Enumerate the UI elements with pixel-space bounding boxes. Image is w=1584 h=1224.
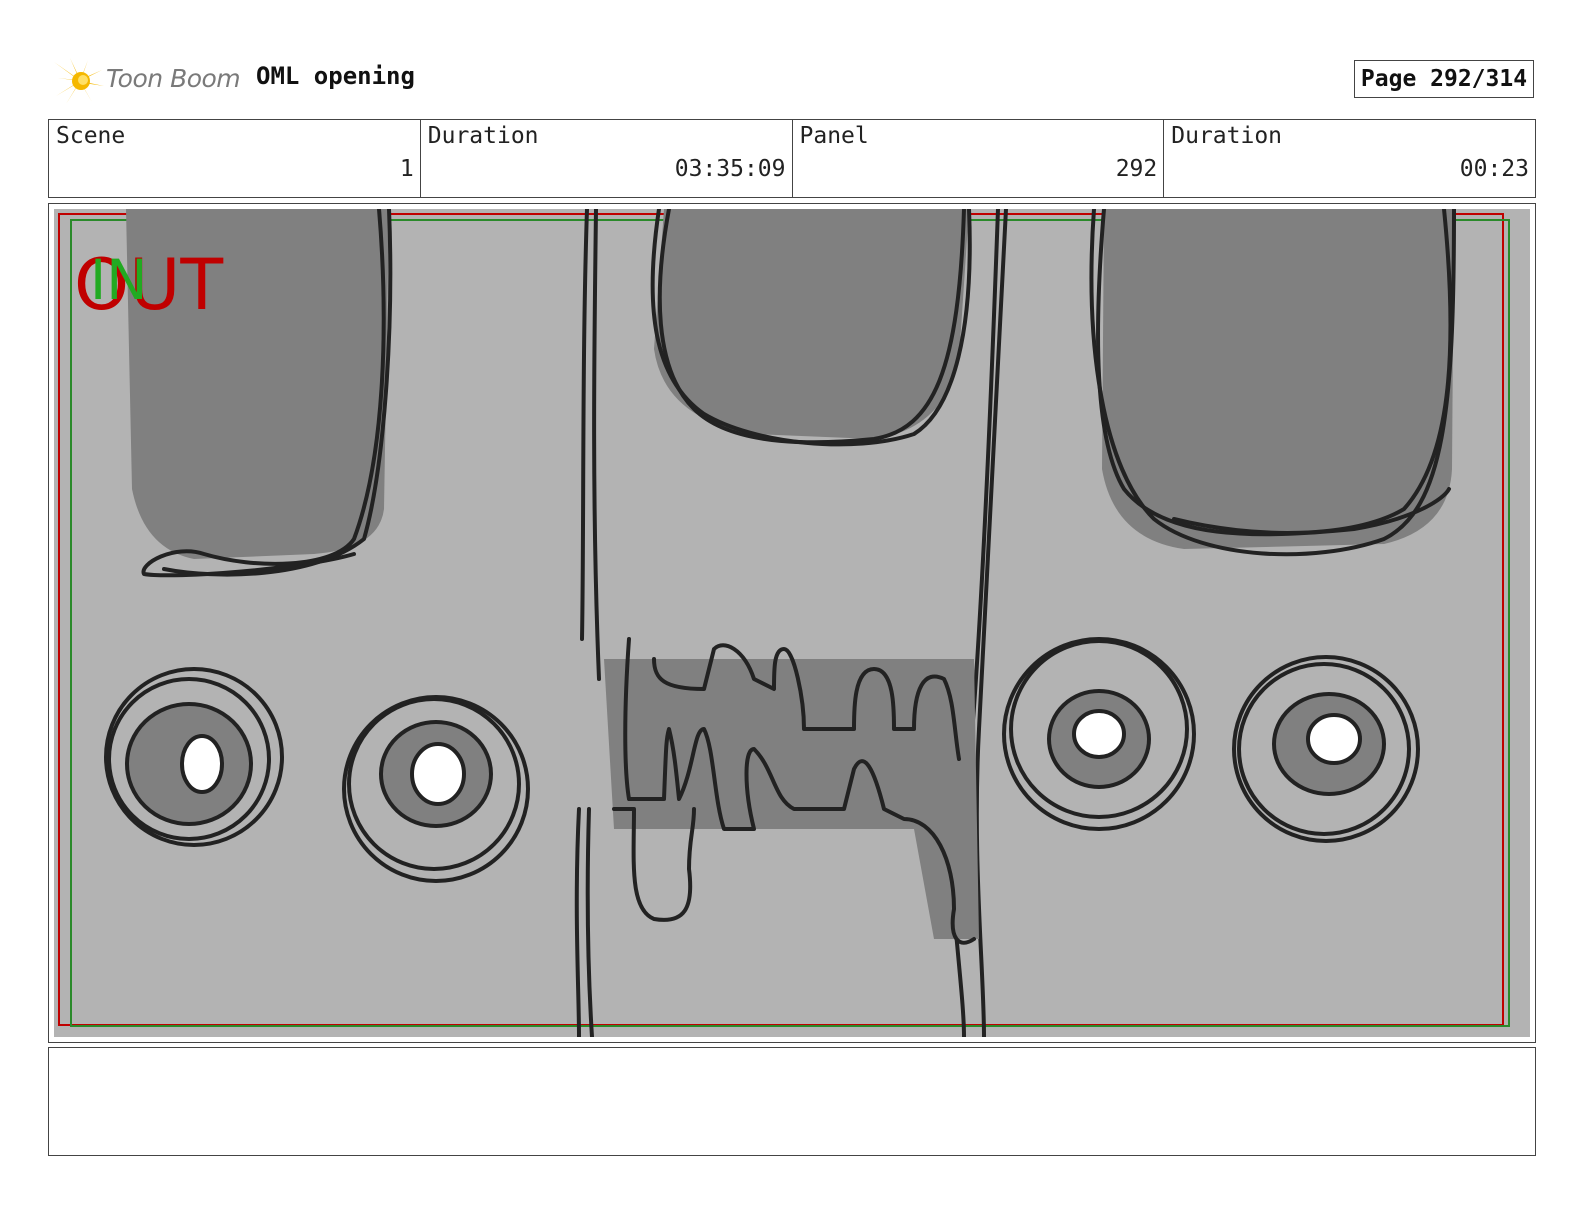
eye-far-left — [104, 667, 284, 847]
right-tooth-shape — [1089, 209, 1456, 557]
storyboard-panel: OUT IN — [48, 203, 1536, 1043]
panel-info-table: Scene 1 Duration 03:35:09 Panel 292 Dura… — [48, 119, 1536, 198]
panel-duration-label: Duration — [1171, 123, 1283, 149]
toon-boom-logo: Toon Boom — [52, 56, 242, 106]
panel-label: Panel — [799, 123, 869, 149]
panel-duration-value: 00:23 — [1459, 156, 1529, 182]
logo-burst-icon — [54, 58, 104, 104]
eye-right — [1002, 637, 1196, 831]
center-tooth-shape — [650, 209, 972, 447]
page-number: Page 292/314 — [1354, 60, 1534, 98]
project-title: OML opening — [256, 62, 415, 90]
panel-duration-cell: Duration 00:23 — [1164, 120, 1535, 197]
panel-cell: Panel 292 — [793, 120, 1165, 197]
scene-duration-cell: Duration 03:35:09 — [421, 120, 793, 197]
scene-duration-label: Duration — [427, 123, 539, 149]
scene-cell: Scene 1 — [49, 120, 421, 197]
logo-text: Toon Boom — [106, 64, 241, 93]
panel-value: 292 — [1115, 156, 1158, 182]
eye-far-right — [1232, 655, 1420, 843]
scene-label: Scene — [56, 123, 126, 149]
eye-left — [342, 695, 530, 883]
scene-duration-value: 03:35:09 — [674, 156, 786, 182]
in-marker: IN — [90, 248, 147, 312]
scene-value: 1 — [399, 156, 414, 182]
panel-drawing: OUT IN — [54, 209, 1530, 1037]
panel-notes — [48, 1047, 1536, 1156]
